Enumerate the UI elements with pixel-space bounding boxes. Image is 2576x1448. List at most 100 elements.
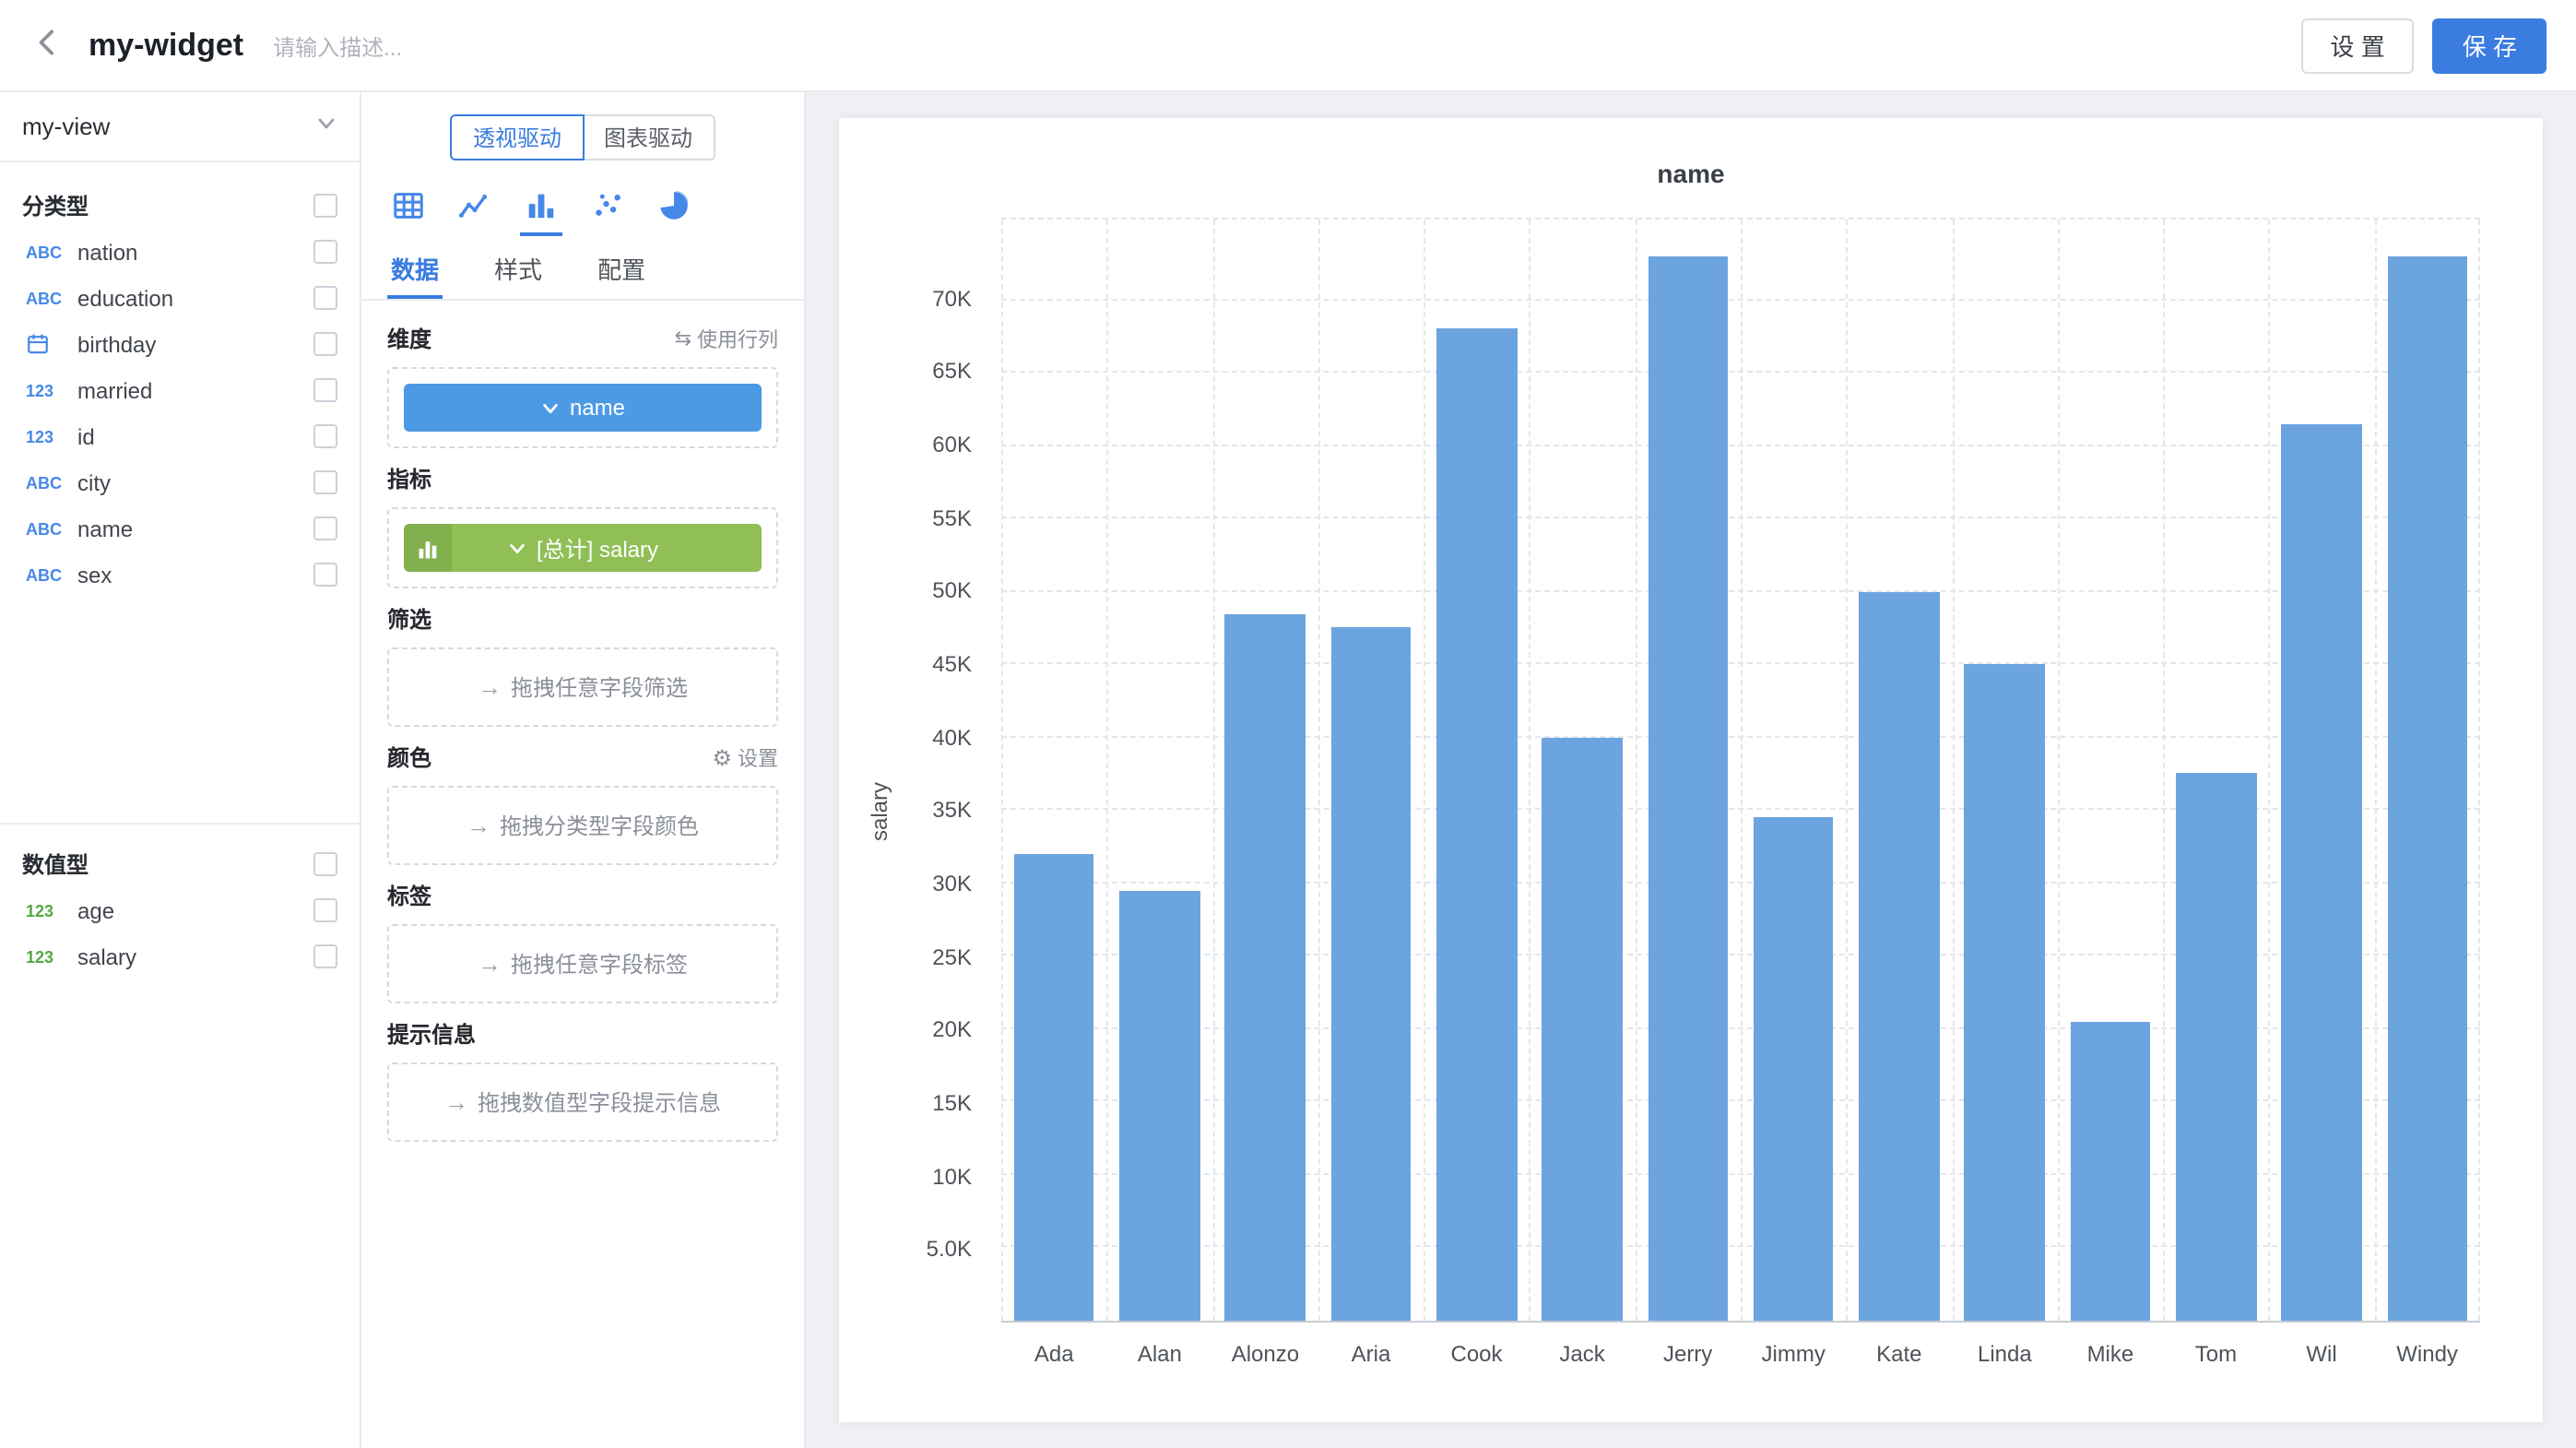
use-rows-cols-label: 使用行列	[697, 324, 778, 353]
bar[interactable]	[2282, 423, 2362, 1321]
field-row[interactable]: 123age	[0, 887, 360, 933]
main-body: my-view 分类型ABCnationABCeducationbirthday…	[0, 92, 2576, 1448]
y-tick-label: 25K	[839, 944, 972, 969]
field-checkbox[interactable]	[313, 240, 337, 264]
table-chart-type-icon[interactable]	[387, 184, 430, 236]
field-name: nation	[77, 239, 313, 265]
color-settings-label: 设置	[738, 742, 778, 772]
label-label: 标签	[387, 880, 431, 911]
color-settings-button[interactable]: ⚙ 设置	[712, 742, 778, 772]
metric-pill-salary[interactable]: [总计] salary	[404, 524, 762, 572]
text-type-icon: ABC	[26, 289, 77, 307]
scatter-chart-type-icon[interactable]	[586, 184, 629, 236]
x-tick-label: Tom	[2163, 1341, 2269, 1371]
field-checkbox[interactable]	[313, 516, 337, 540]
y-tick-label: 30K	[839, 871, 972, 896]
field-checkbox[interactable]	[313, 470, 337, 494]
bar-chart-type-icon[interactable]	[520, 184, 562, 236]
field-section-header: 数值型	[0, 839, 360, 887]
drag-arrow-icon: →	[467, 812, 490, 839]
back-button[interactable]	[30, 18, 77, 73]
bar[interactable]	[1225, 613, 1306, 1321]
x-tick-label: Mike	[2058, 1341, 2164, 1371]
bar-slot	[2163, 220, 2269, 1321]
x-tick-label: Wil	[2269, 1341, 2375, 1371]
save-button[interactable]: 保 存	[2433, 18, 2546, 73]
panel-tab-1[interactable]: 样式	[490, 240, 546, 299]
field-name: sex	[77, 562, 313, 588]
plot-area	[1001, 218, 2480, 1323]
color-dropzone-text: 拖拽分类型字段颜色	[500, 810, 699, 841]
field-checkbox[interactable]	[313, 563, 337, 587]
field-row[interactable]: ABCeducation	[0, 275, 360, 321]
view-selector[interactable]: my-view	[0, 92, 360, 162]
field-row[interactable]: 123id	[0, 413, 360, 459]
field-row[interactable]: ABCnation	[0, 229, 360, 275]
number-type-icon: 123	[26, 381, 77, 399]
field-row[interactable]: birthday	[0, 321, 360, 367]
field-section: 分类型ABCnationABCeducationbirthday123marri…	[0, 181, 360, 598]
color-section-header: 颜色 ⚙ 设置	[387, 742, 778, 773]
pie-chart-type-icon[interactable]	[653, 184, 695, 236]
bar[interactable]	[1330, 628, 1411, 1321]
metric-section-header: 指标	[387, 463, 778, 494]
field-checkbox[interactable]	[313, 332, 337, 356]
bar[interactable]	[1542, 737, 1623, 1321]
dimension-pill-name[interactable]: name	[404, 384, 762, 432]
field-checkbox[interactable]	[313, 286, 337, 310]
color-dropzone[interactable]: → 拖拽分类型字段颜色	[387, 786, 778, 865]
text-type-icon: ABC	[26, 473, 77, 492]
tooltip-dropzone[interactable]: → 拖拽数值型字段提示信息	[387, 1062, 778, 1142]
field-section: 数值型123age123salary	[0, 823, 360, 979]
dimension-dropzone[interactable]: name	[387, 367, 778, 448]
x-tick-label: Cook	[1424, 1341, 1530, 1371]
number-type-icon: 123	[26, 427, 77, 445]
bar[interactable]	[1436, 329, 1517, 1321]
field-checkbox[interactable]	[313, 424, 337, 448]
field-name: age	[77, 897, 313, 923]
bar-slot	[2269, 220, 2375, 1321]
field-row[interactable]: 123married	[0, 367, 360, 413]
bar[interactable]	[1965, 664, 2045, 1321]
text-type-icon: ABC	[26, 243, 77, 261]
mode-toggle-option[interactable]: 图表驱动	[582, 114, 715, 160]
use-rows-cols-button[interactable]: ⇆ 使用行列	[675, 324, 778, 353]
back-chevron-icon	[30, 24, 66, 66]
panel-body: 维度 ⇆ 使用行列 name 指标	[361, 301, 804, 1448]
bar[interactable]	[2176, 774, 2256, 1321]
bar[interactable]	[1754, 817, 1834, 1321]
field-row[interactable]: ABCcity	[0, 459, 360, 505]
section-checkbox[interactable]	[313, 851, 337, 875]
description-input[interactable]	[273, 35, 605, 61]
metric-dropzone[interactable]: [总计] salary	[387, 507, 778, 588]
panel-tab-2[interactable]: 配置	[594, 240, 649, 299]
bar-slot	[1847, 220, 1953, 1321]
field-row[interactable]: ABCsex	[0, 552, 360, 598]
mode-toggle-option[interactable]: 透视驱动	[451, 114, 584, 160]
filter-dropzone[interactable]: → 拖拽任意字段筛选	[387, 647, 778, 727]
label-dropzone[interactable]: → 拖拽任意字段标签	[387, 924, 778, 1003]
chart-region: salary 5.0K10K15K20K25K30K35K40K45K50K55…	[839, 199, 2543, 1422]
panel-tab-0[interactable]: 数据	[387, 240, 443, 299]
chart-card: name salary 5.0K10K15K20K25K30K35K40K45K…	[839, 118, 2543, 1422]
bar[interactable]	[1014, 854, 1094, 1321]
settings-button[interactable]: 设 置	[2301, 18, 2415, 73]
bar[interactable]	[1859, 591, 1939, 1321]
bar-slot	[1001, 220, 1107, 1321]
bar-slot	[1635, 220, 1741, 1321]
bars-layer	[1001, 220, 2480, 1321]
bar-slot	[2058, 220, 2164, 1321]
bar[interactable]	[2387, 256, 2467, 1321]
bar[interactable]	[2070, 1022, 2150, 1321]
field-checkbox[interactable]	[313, 944, 337, 968]
field-checkbox[interactable]	[313, 898, 337, 922]
x-tick-label: Jimmy	[1741, 1341, 1847, 1371]
line-chart-type-icon[interactable]	[454, 184, 496, 236]
field-row[interactable]: 123salary	[0, 933, 360, 979]
bar[interactable]	[1119, 891, 1199, 1322]
field-checkbox[interactable]	[313, 378, 337, 402]
label-section-header: 标签	[387, 880, 778, 911]
bar[interactable]	[1648, 256, 1728, 1321]
field-row[interactable]: ABCname	[0, 505, 360, 552]
section-checkbox[interactable]	[313, 193, 337, 217]
